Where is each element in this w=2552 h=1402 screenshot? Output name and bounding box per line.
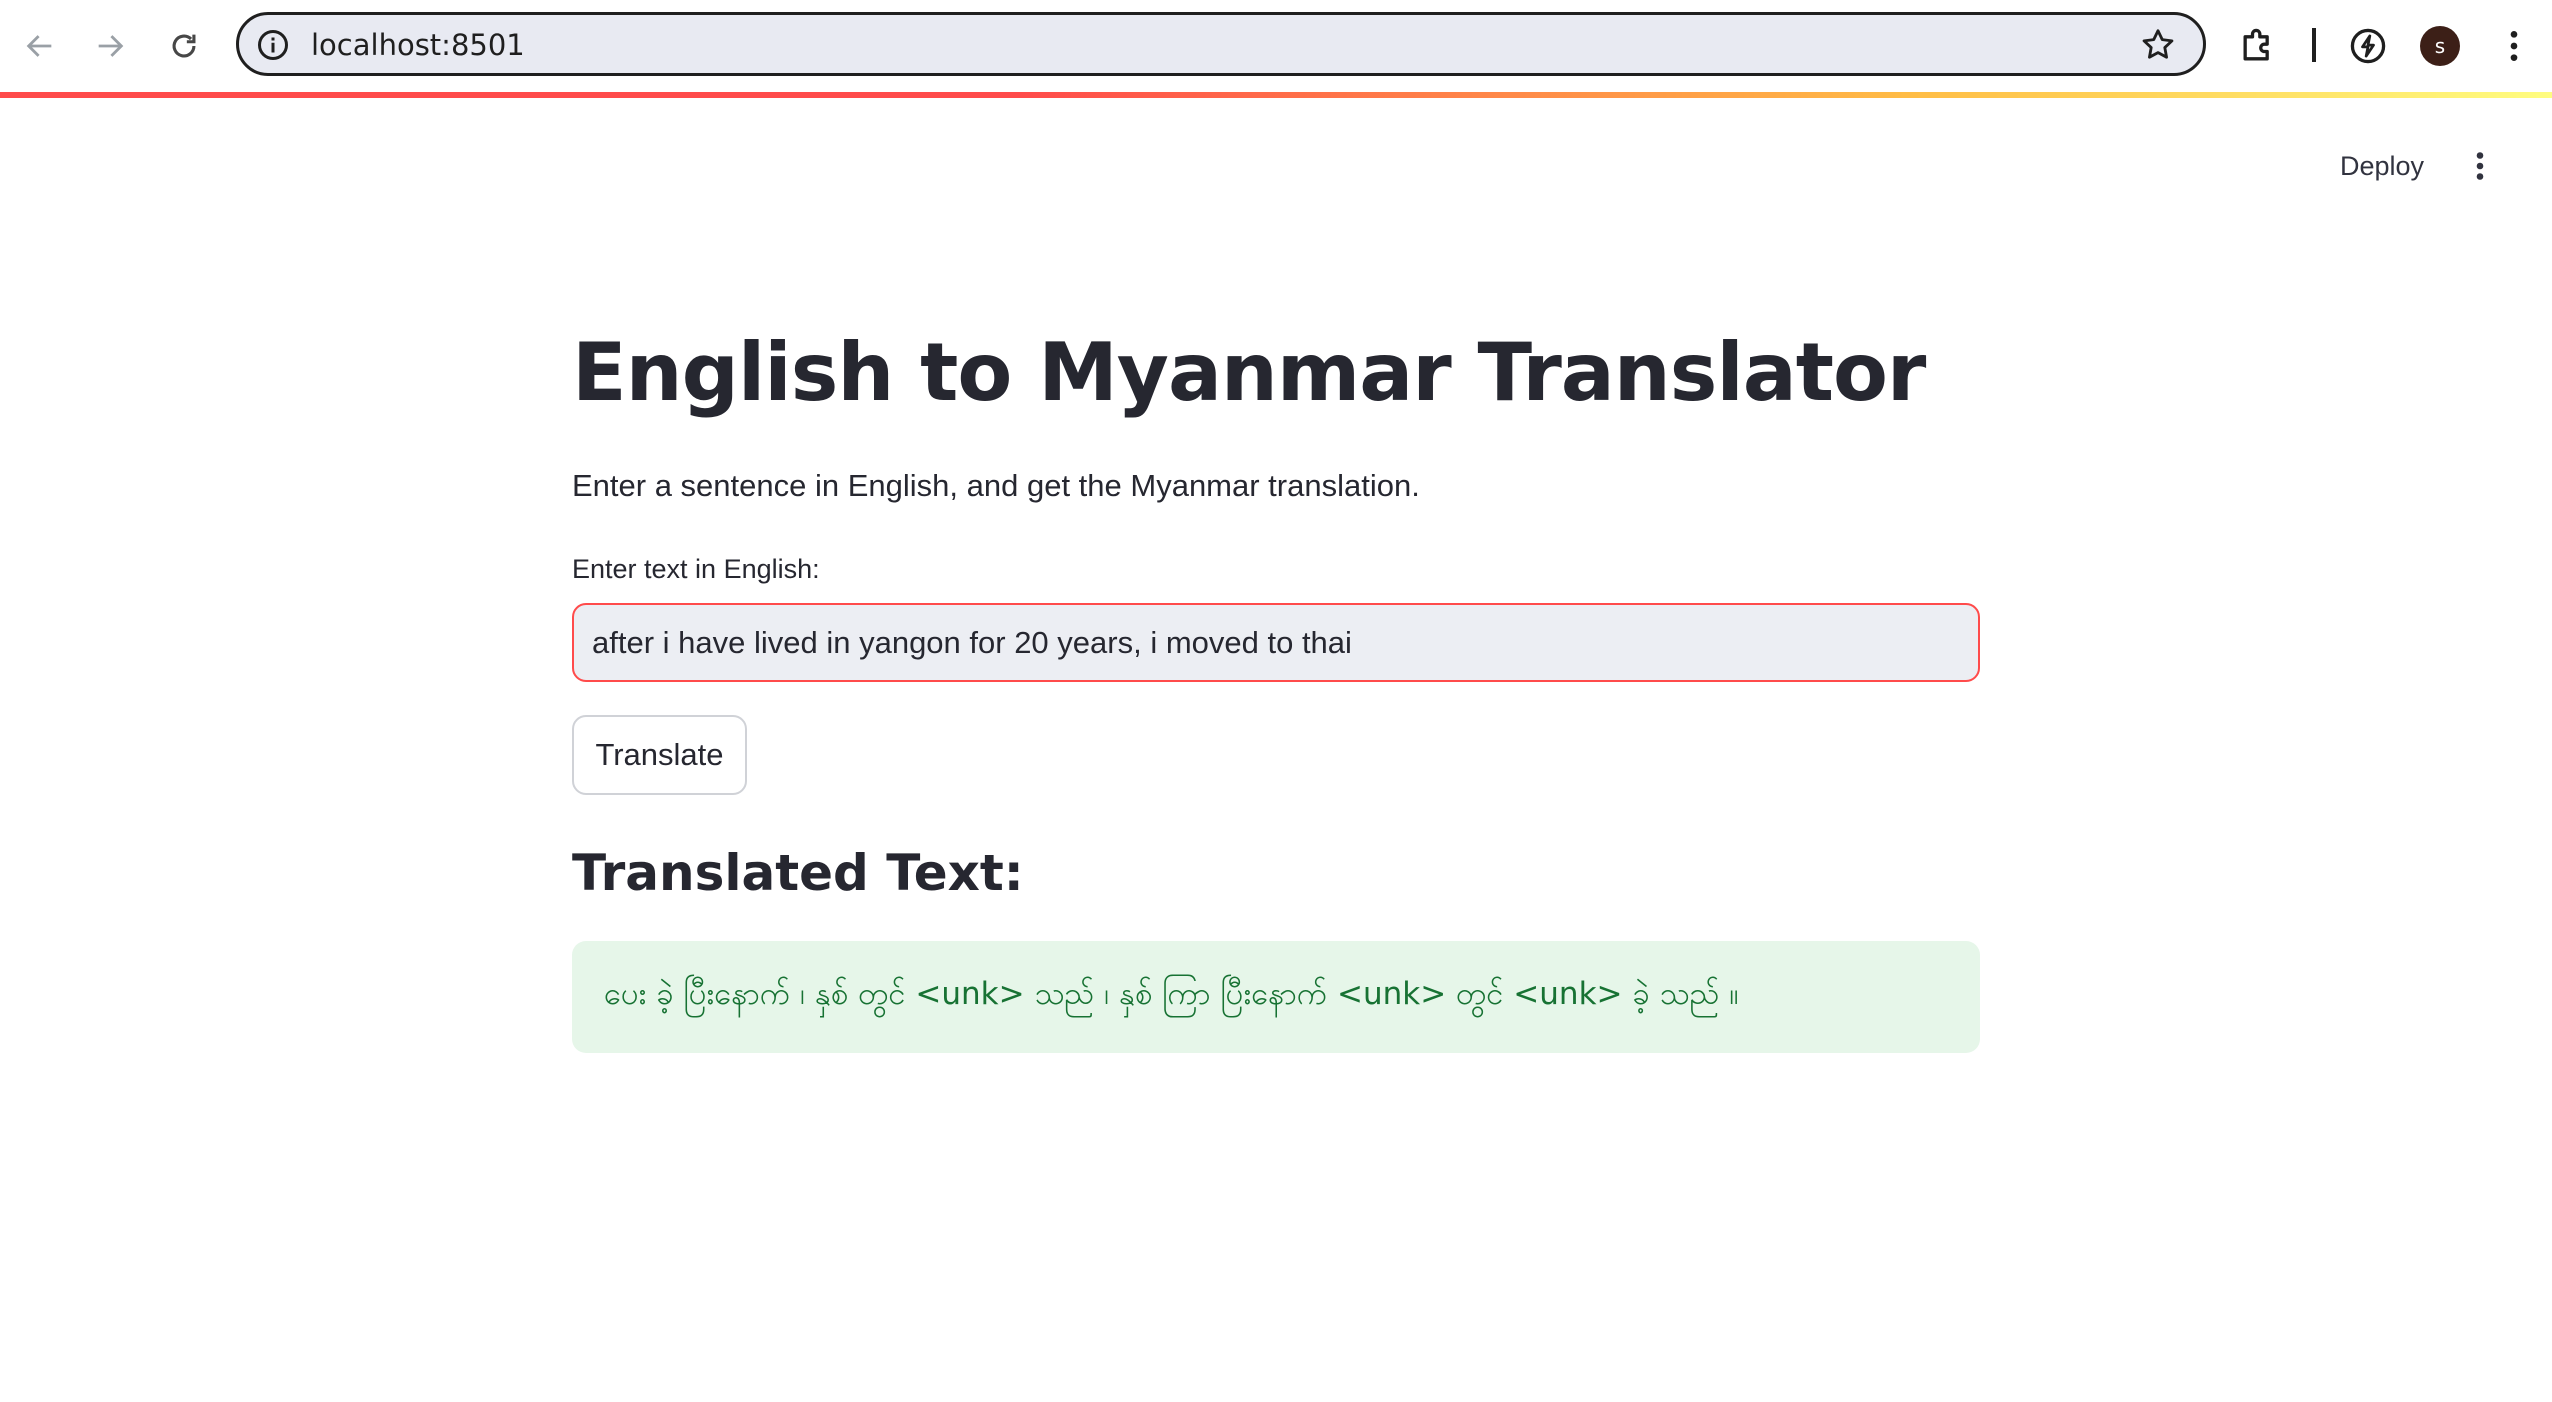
profile-avatar[interactable]: s [2420,26,2460,66]
toolbar-divider [2312,28,2316,62]
forward-button[interactable] [84,20,136,72]
translation-result-text: ပေး ခဲ့ ပြီးနောက် ၊ နှစ် တွင် <unk> သည် … [604,976,1739,1012]
header-decoration-line [0,92,2552,98]
info-icon[interactable] [255,27,291,63]
speed-icon[interactable] [2346,24,2390,68]
input-label: Enter text in English: [572,554,820,584]
back-button[interactable] [14,20,66,72]
kebab-menu-icon[interactable] [2494,26,2534,66]
kebab-menu-icon[interactable] [2462,146,2498,186]
translate-button[interactable]: Translate [572,715,747,795]
reload-button[interactable] [158,20,210,72]
page-subtitle: Enter a sentence in English, and get the… [572,468,1420,503]
star-icon[interactable] [2139,26,2177,64]
page-title: English to Myanmar Translator [572,326,1926,419]
puzzle-icon[interactable] [2236,24,2280,68]
back-arrow-icon [26,35,52,57]
address-bar[interactable]: localhost:8501 [236,12,2206,76]
translation-result-box: ပေး ခဲ့ ပြီးနောက် ၊ နှစ် တွင် <unk> သည် … [572,941,1980,1053]
forward-arrow-icon [98,35,124,57]
result-heading: Translated Text: [572,844,1024,902]
english-text-input[interactable] [572,603,1980,682]
browser-toolbar: localhost:8501 s [0,0,2552,92]
reload-icon [172,34,196,58]
url-text: localhost:8501 [311,28,525,62]
deploy-button[interactable]: Deploy [2322,140,2442,192]
